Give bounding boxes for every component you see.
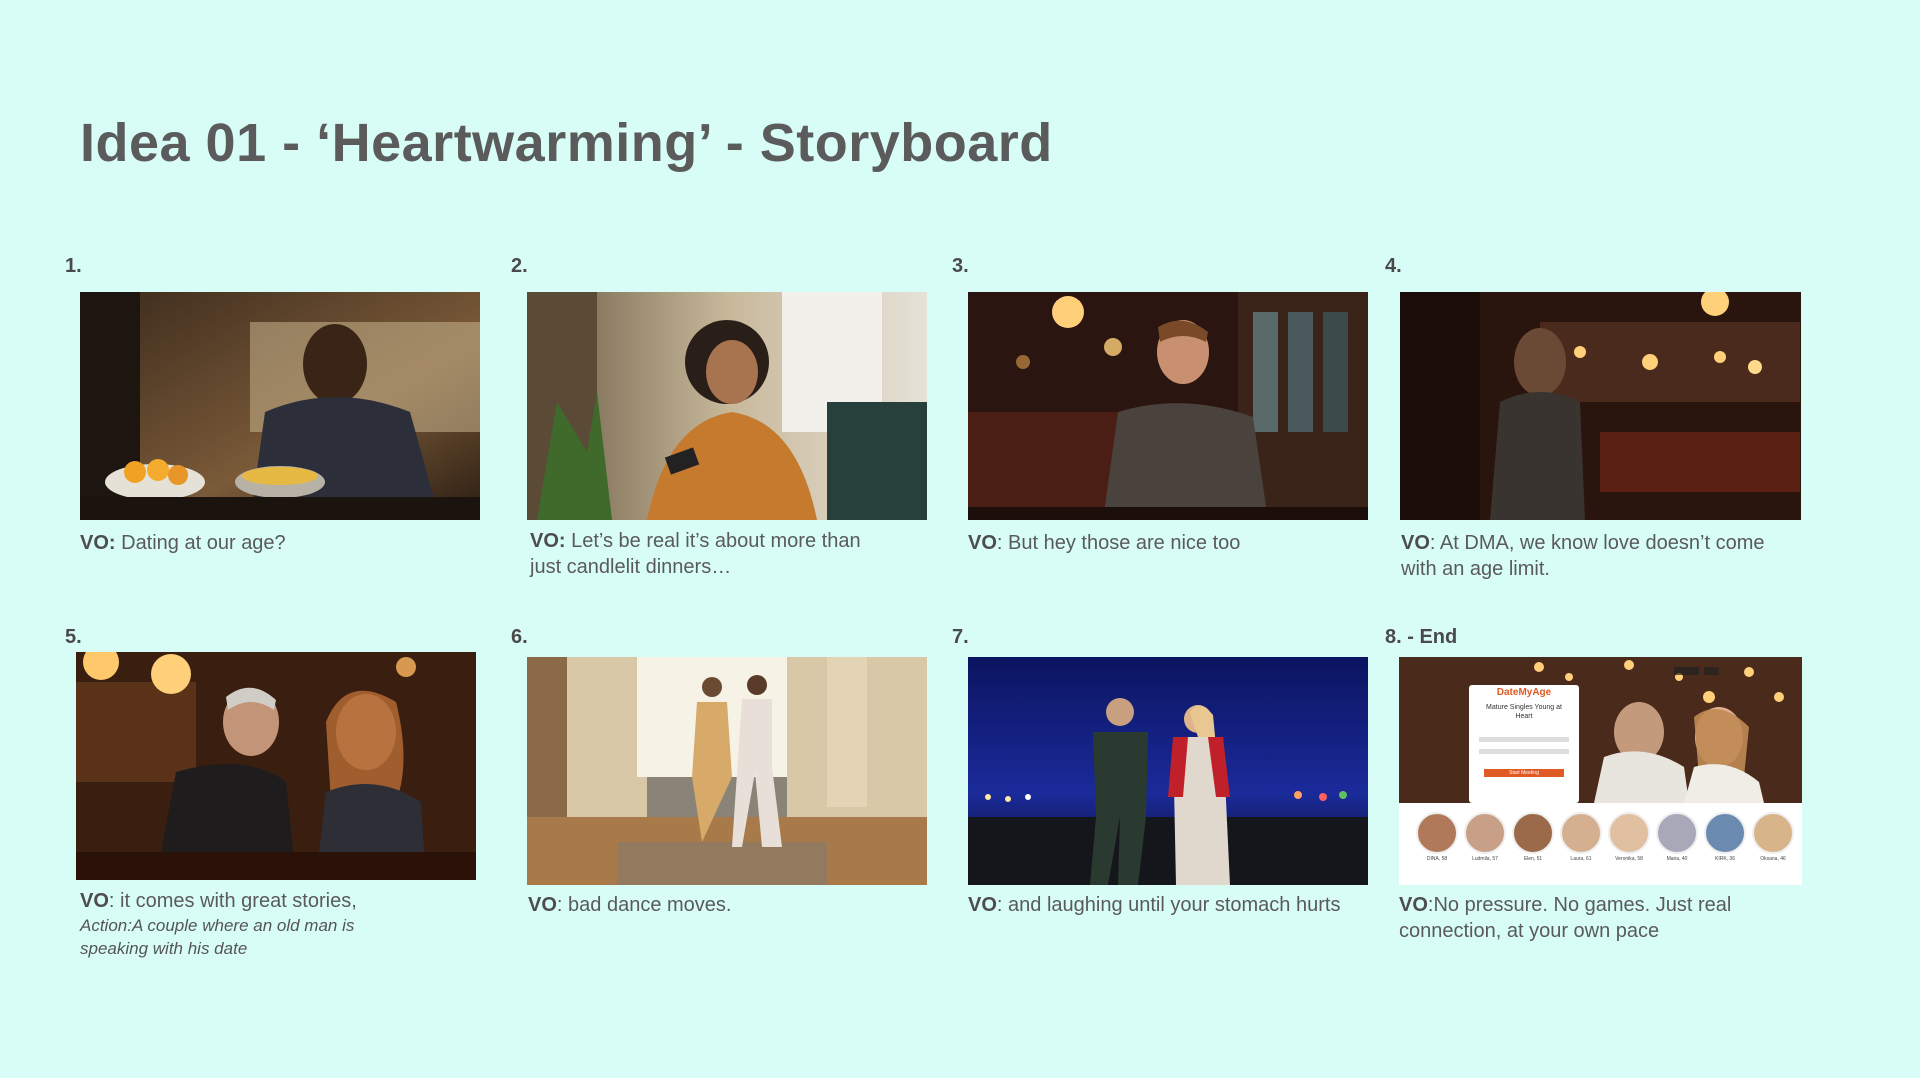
profile-name: DINA, 58 bbox=[1426, 856, 1448, 862]
caption-5: VO: it comes with great stories, Action:A… bbox=[80, 888, 410, 960]
couple-bar-image bbox=[76, 652, 476, 880]
profile-name: Oksana, 46 bbox=[1760, 856, 1786, 862]
storyboard-frame-6 bbox=[527, 657, 927, 885]
caption-3: VO: But hey those are nice too bbox=[968, 532, 1241, 554]
profile-card[interactable]: Ludmila, 57 bbox=[1463, 812, 1507, 862]
couple-night-image bbox=[968, 657, 1368, 885]
profile-name: Ludmila, 57 bbox=[1472, 856, 1498, 862]
profile-card[interactable]: Oksana, 46 bbox=[1751, 812, 1795, 862]
cooking-scene-image bbox=[80, 292, 480, 520]
website-start-button[interactable]: Start Meeting bbox=[1484, 769, 1564, 777]
panel-number-5: 5. bbox=[65, 626, 82, 648]
profile-card[interactable]: KIRK, 36 bbox=[1703, 812, 1747, 862]
action-note: Action:A couple where an old man is spea… bbox=[80, 916, 355, 958]
panel-number-3: 3. bbox=[952, 255, 969, 277]
profile-avatar bbox=[1752, 812, 1794, 854]
profile-avatar bbox=[1416, 812, 1458, 854]
profile-name: Maria, 40 bbox=[1666, 856, 1688, 862]
storyboard-frame-4 bbox=[1400, 292, 1801, 520]
profile-avatar bbox=[1608, 812, 1650, 854]
profile-card[interactable]: DINA, 58 bbox=[1415, 812, 1459, 862]
caption-6: VO: bad dance moves. bbox=[528, 894, 732, 916]
profile-name: Elen, 51 bbox=[1523, 856, 1543, 862]
profile-avatar bbox=[1560, 812, 1602, 854]
page-title: Idea 01 - ‘Heartwarming’ - Storyboard bbox=[80, 113, 1053, 173]
profile-avatar bbox=[1464, 812, 1506, 854]
profile-name: Veronika, 58 bbox=[1615, 856, 1643, 862]
couple-dancing-image bbox=[527, 657, 927, 885]
profile-card[interactable]: Maria, 40 bbox=[1655, 812, 1699, 862]
profile-card[interactable]: Laura, 61 bbox=[1559, 812, 1603, 862]
caption-8: VO:No pressure. No games. Just real conn… bbox=[1399, 894, 1732, 942]
profile-avatar bbox=[1512, 812, 1554, 854]
storyboard-frame-5 bbox=[76, 652, 476, 880]
panel-number-6: 6. bbox=[511, 626, 528, 648]
profile-name: Laura, 61 bbox=[1570, 856, 1592, 862]
woman-phone-image bbox=[527, 292, 927, 520]
storyboard-frame-7 bbox=[968, 657, 1368, 885]
profile-avatar bbox=[1656, 812, 1698, 854]
profile-strip: DINA, 58 Ludmila, 57 Elen, 51 Laura, 61 Vero… bbox=[1415, 812, 1795, 862]
caption-7: VO: and laughing until your stomach hurt… bbox=[968, 894, 1341, 916]
website-logo: DateMyAge bbox=[1496, 687, 1552, 698]
storyboard-frame-2 bbox=[527, 292, 927, 520]
caption-2: VO: Let’s be real it’s about more than j… bbox=[530, 530, 861, 578]
caption-4: VO: At DMA, we know love doesn’t come wi… bbox=[1401, 532, 1765, 580]
profile-card[interactable]: Elen, 51 bbox=[1511, 812, 1555, 862]
woman-entering-image bbox=[1400, 292, 1801, 520]
profile-avatar bbox=[1704, 812, 1746, 854]
panel-number-8: 8. - End bbox=[1385, 626, 1458, 648]
storyboard-frame-3 bbox=[968, 292, 1368, 520]
panel-number-1: 1. bbox=[65, 255, 82, 277]
panel-number-2: 2. bbox=[511, 255, 528, 277]
profile-name: KIRK, 36 bbox=[1714, 856, 1735, 862]
panel-number-4: 4. bbox=[1385, 255, 1402, 277]
profile-card[interactable]: Veronika, 58 bbox=[1607, 812, 1651, 862]
man-restaurant-image bbox=[968, 292, 1368, 520]
storyboard-frame-1 bbox=[80, 292, 480, 520]
caption-1: VO: Dating at our age? bbox=[80, 532, 286, 554]
panel-number-7: 7. bbox=[952, 626, 969, 648]
website-headline: Mature Singles Young at Heart bbox=[1486, 704, 1562, 720]
storyboard-frame-8: DateMyAge Mature Singles Young at Heart … bbox=[1399, 657, 1802, 885]
